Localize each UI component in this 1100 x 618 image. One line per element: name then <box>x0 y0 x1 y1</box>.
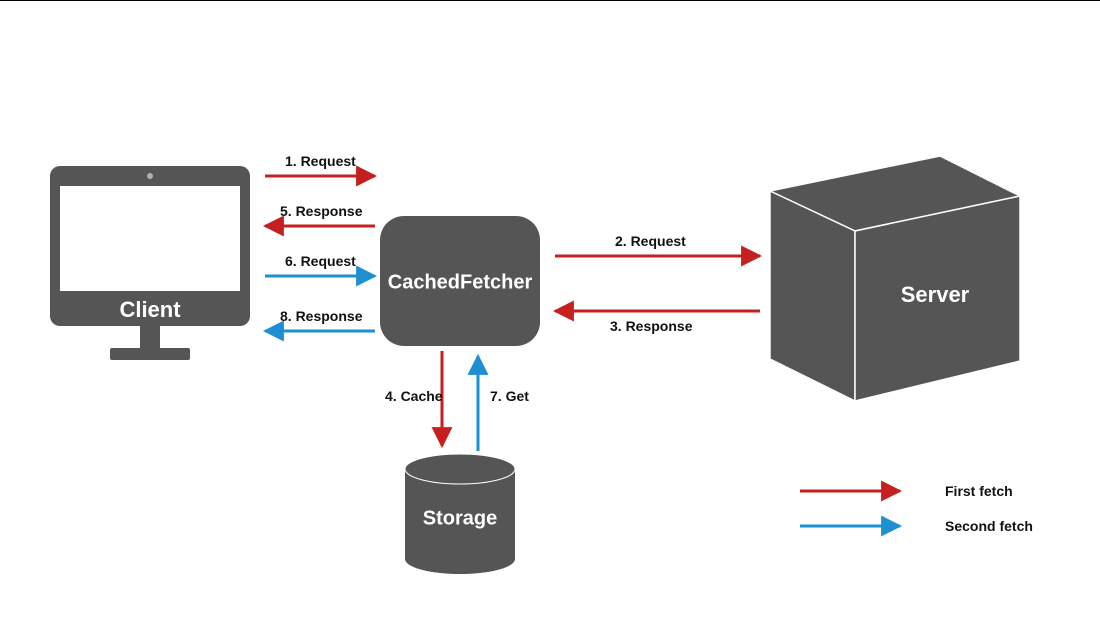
edge-3-label: 3. Response <box>610 318 693 334</box>
client-node: Client <box>50 166 250 360</box>
cached-fetcher-label: CachedFetcher <box>388 271 533 293</box>
cached-fetcher-node: CachedFetcher <box>380 216 540 346</box>
server-label: Server <box>901 282 970 307</box>
edge-8-label: 8. Response <box>280 308 363 324</box>
diagram-svg: Client CachedFetcher Server Storage 1. R… <box>0 1 1100 618</box>
legend: First fetch Second fetch <box>800 483 1033 534</box>
legend-second-label: Second fetch <box>945 518 1033 534</box>
storage-label: Storage <box>423 507 497 529</box>
edge-4-label: 4. Cache <box>385 388 443 404</box>
edge-5-label: 5. Response <box>280 203 363 219</box>
edge-1-label: 1. Request <box>285 153 356 169</box>
edge-6-label: 6. Request <box>285 253 356 269</box>
server-node: Server <box>770 156 1020 401</box>
edge-2-label: 2. Request <box>615 233 686 249</box>
legend-first-label: First fetch <box>945 483 1013 499</box>
edge-7-label: 7. Get <box>490 388 529 404</box>
diagram-stage: Client CachedFetcher Server Storage 1. R… <box>0 0 1100 618</box>
client-label: Client <box>119 297 181 322</box>
storage-node: Storage <box>405 454 515 574</box>
